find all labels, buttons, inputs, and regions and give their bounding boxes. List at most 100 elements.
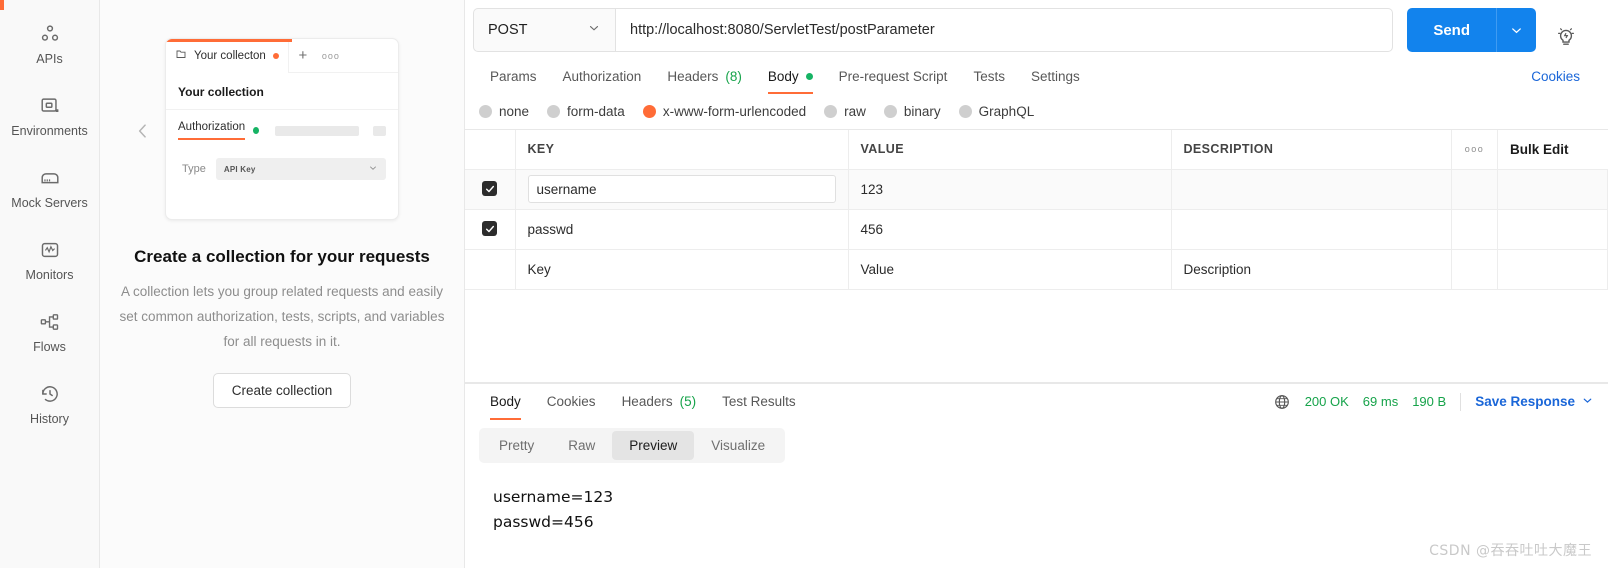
new-description-input[interactable]: Description <box>1171 249 1452 290</box>
row-value-cell[interactable]: 456 <box>848 209 1172 250</box>
table-more-icon[interactable]: ooo <box>1451 130 1498 170</box>
row-checkbox-checked[interactable] <box>482 221 498 237</box>
tab-settings[interactable]: Settings <box>1018 58 1093 94</box>
row-description-cell[interactable] <box>1171 209 1452 250</box>
history-icon <box>39 383 61 405</box>
params-table: KEY VALUE DESCRIPTION ooo Bulk Edit user… <box>465 130 1608 290</box>
sidebar-item-history[interactable]: History <box>0 368 99 440</box>
key-input[interactable]: username <box>527 175 836 203</box>
response-tab-test-results[interactable]: Test Results <box>709 384 809 420</box>
tab-params[interactable]: Params <box>477 58 550 94</box>
lightbulb-icon[interactable] <box>1536 12 1596 48</box>
sidebar-item-label: Environments <box>11 123 88 138</box>
postman-app: APIs Environments Mock Servers Monitors … <box>0 0 1608 568</box>
sidebar-item-environments[interactable]: Environments <box>0 80 99 152</box>
body-type-raw[interactable]: raw <box>824 104 866 119</box>
tab-pre-request-script[interactable]: Pre-request Script <box>826 58 961 94</box>
radio-selected-icon <box>642 105 656 118</box>
body-type-binary[interactable]: binary <box>883 104 941 119</box>
row-checkbox-cell <box>465 209 516 250</box>
sidebar-item-flows[interactable]: Flows <box>0 296 99 368</box>
tab-headers[interactable]: Headers (8) <box>654 58 755 94</box>
value-text: 123 <box>860 181 884 197</box>
view-mode-preview[interactable]: Preview <box>612 430 695 460</box>
method-select[interactable]: POST <box>473 8 615 52</box>
cookies-link[interactable]: Cookies <box>1531 69 1580 84</box>
response-tab-cookies[interactable]: Cookies <box>534 384 609 420</box>
globe-icon[interactable] <box>1273 393 1291 411</box>
card-tab-authorization[interactable]: Authorization <box>178 121 246 140</box>
body-type-none[interactable]: none <box>479 104 529 119</box>
monitors-icon <box>39 239 61 261</box>
body-type-label: GraphQL <box>978 104 1035 119</box>
view-mode-pretty[interactable]: Pretty <box>482 431 551 460</box>
params-table-wrapper: KEY VALUE DESCRIPTION ooo Bulk Edit user… <box>465 129 1608 383</box>
response-body-line: passwd=456 <box>493 512 594 531</box>
card-new-tab-button[interactable]: + <box>289 47 317 64</box>
response-view-mode-group: Pretty Raw Preview Visualize <box>465 420 1608 463</box>
row-description-cell[interactable] <box>1171 169 1452 210</box>
chevron-left-icon[interactable] <box>132 120 154 142</box>
tab-label: Body <box>767 68 799 84</box>
body-status-dot-icon <box>805 72 813 80</box>
card-more-icon[interactable]: ooo <box>317 51 345 61</box>
body-type-label: raw <box>844 104 866 119</box>
collection-empty-pane: Your collecton + ooo Your collection Aut… <box>100 0 465 568</box>
sidebar-item-label: APIs <box>36 51 63 66</box>
sidebar-item-monitors[interactable]: Monitors <box>0 224 99 296</box>
sidebar-item-label: Monitors <box>25 267 74 282</box>
environments-icon <box>39 95 61 117</box>
tab-tests[interactable]: Tests <box>960 58 1018 94</box>
row-key-cell[interactable]: passwd <box>515 209 849 250</box>
table-header-row: KEY VALUE DESCRIPTION ooo Bulk Edit <box>465 130 1608 170</box>
url-text: http://localhost:8080/ServletTest/postPa… <box>630 22 935 38</box>
body-type-graphql[interactable]: GraphQL <box>958 104 1035 119</box>
body-type-label: binary <box>903 104 941 119</box>
row-spacer-cell <box>1497 209 1608 250</box>
new-value-input[interactable]: Value <box>848 249 1172 290</box>
view-mode-visualize[interactable]: Visualize <box>694 431 782 460</box>
url-input[interactable]: http://localhost:8080/ServletTest/postPa… <box>615 8 1394 52</box>
save-response-button[interactable]: Save Response <box>1475 394 1594 410</box>
response-status-bar: 200 OK 69 ms 190 B Save Response <box>1273 392 1608 411</box>
status-code: 200 OK <box>1304 394 1349 409</box>
request-main-area: POST http://localhost:8080/ServletTest/p… <box>465 0 1608 568</box>
body-type-x-www-form-urlencoded[interactable]: x-www-form-urlencoded <box>642 104 806 119</box>
collection-folder-icon <box>175 47 187 65</box>
response-tab-body[interactable]: Body <box>477 384 534 420</box>
tab-authorization[interactable]: Authorization <box>550 58 655 94</box>
row-key-cell: username <box>515 169 849 210</box>
row-checkbox-checked[interactable] <box>482 181 498 197</box>
row-checkbox-cell <box>465 249 516 290</box>
create-collection-button[interactable]: Create collection <box>212 373 352 408</box>
card-type-label: Type <box>182 163 206 175</box>
response-time: 69 ms <box>1362 394 1399 409</box>
header-checkbox-col <box>465 130 516 170</box>
card-type-select[interactable]: API Key <box>215 158 386 180</box>
tab-body[interactable]: Body <box>755 58 826 94</box>
sidebar-item-mock-servers[interactable]: Mock Servers <box>0 152 99 224</box>
body-type-form-data[interactable]: form-data <box>547 104 625 119</box>
radio-icon <box>883 105 897 118</box>
tab-label: Cookies <box>546 394 596 409</box>
table-row: username 123 <box>465 169 1608 210</box>
view-mode-segmented-control: Pretty Raw Preview Visualize <box>479 427 786 463</box>
radio-icon <box>824 105 838 118</box>
view-mode-raw[interactable]: Raw <box>551 431 612 460</box>
bulk-edit-button[interactable]: Bulk Edit <box>1497 130 1608 170</box>
tab-label: Test Results <box>722 394 796 409</box>
sidebar-item-apis[interactable]: APIs <box>0 8 99 80</box>
tab-count: (8) <box>725 68 742 84</box>
empty-state-description: A collection lets you group related requ… <box>119 284 445 349</box>
row-spacer-cell <box>1451 169 1498 210</box>
send-options-caret-icon[interactable] <box>1496 8 1536 52</box>
row-value-cell[interactable]: 123 <box>848 169 1172 210</box>
new-key-input[interactable]: Key <box>515 249 849 290</box>
response-tab-headers[interactable]: Headers (5) <box>609 384 710 420</box>
tab-count: (5) <box>679 394 697 409</box>
card-tab-your-collection[interactable]: Your collecton <box>166 39 289 73</box>
apis-icon <box>39 23 61 45</box>
chevron-down-icon <box>368 163 378 175</box>
card-tabbar: Your collecton + ooo <box>166 39 398 73</box>
send-button[interactable]: Send <box>1407 8 1496 52</box>
